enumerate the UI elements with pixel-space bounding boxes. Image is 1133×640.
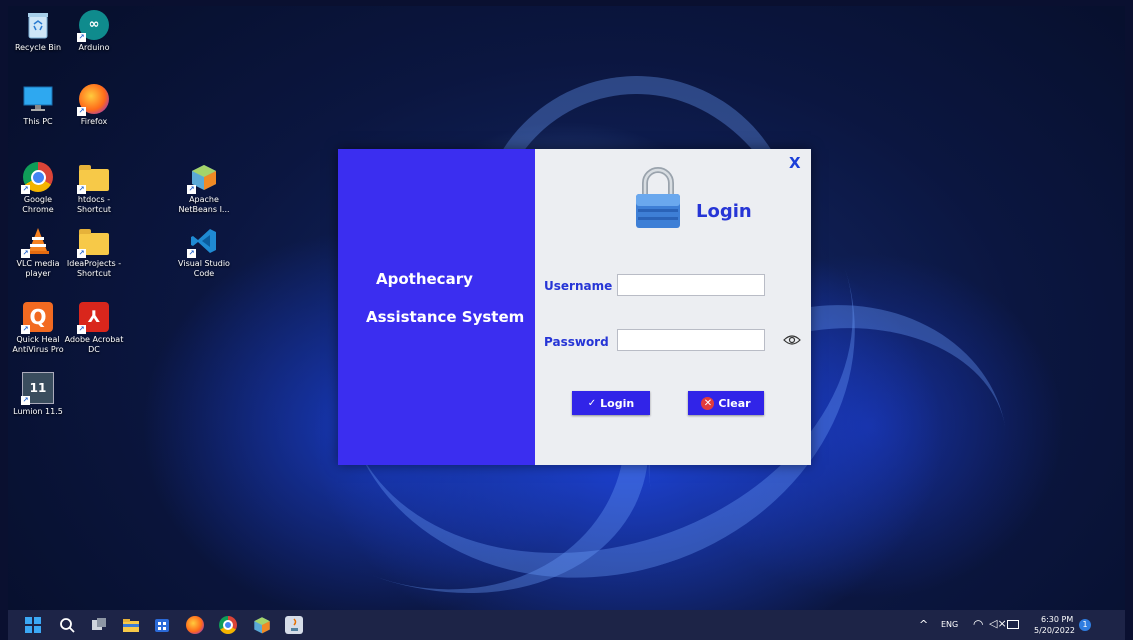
chrome-icon: ↗: [21, 162, 53, 194]
firefox-icon[interactable]: [186, 616, 204, 634]
desktop-icon-label: Arduino: [78, 43, 110, 52]
wifi-icon[interactable]: ◠: [973, 617, 983, 631]
login-form-panel: X Login Username Password ✓ Login ✕ Clea…: [535, 149, 811, 465]
desktop-icon-label: This PC: [23, 117, 53, 126]
desktop-icon-label: htdocs - Shortcut: [76, 195, 112, 214]
language-indicator[interactable]: ENG: [941, 620, 958, 629]
app-name-line1: Apothecary: [376, 270, 473, 288]
clock-time[interactable]: 6:30 PM: [1041, 615, 1073, 624]
system-tray: ^ ENG ◠ ◁× 6:30 PM 5/20/2022 1: [919, 610, 1119, 640]
username-input[interactable]: [617, 274, 765, 296]
desktop-icon-netbeans[interactable]: ↗ Apache NetBeans I...: [173, 162, 235, 215]
chrome-icon[interactable]: [219, 616, 237, 634]
login-button[interactable]: ✓ Login: [572, 391, 650, 415]
desktop-icon-label: Apache NetBeans I...: [178, 195, 230, 214]
acrobat-icon: ⅄ ↗: [77, 302, 109, 334]
desktop-icon-this-pc[interactable]: This PC: [8, 84, 69, 127]
login-button-label: Login: [600, 396, 635, 410]
username-label: Username: [544, 279, 613, 293]
windows-start-icon[interactable]: [24, 616, 42, 634]
quickheal-icon: Q ↗: [21, 302, 53, 334]
padlock-icon: [636, 167, 680, 228]
desktop-icon-vlc[interactable]: ↗ VLC media player: [8, 226, 69, 279]
desktop-icon-label: Visual Studio Code: [178, 259, 230, 278]
desktop-icon-label: Quick Heal AntiVirus Pro: [12, 335, 64, 354]
task-view-icon[interactable]: [90, 616, 108, 634]
desktop-icon-label: IdeaProjects - Shortcut: [66, 259, 122, 278]
password-input[interactable]: [617, 329, 765, 351]
taskbar: ^ ENG ◠ ◁× 6:30 PM 5/20/2022 1: [8, 610, 1125, 640]
desktop-icon-quickheal[interactable]: Q ↗ Quick Heal AntiVirus Pro: [8, 302, 69, 355]
firefox-icon: ↗: [77, 84, 109, 116]
desktop-icon-label: Lumion 11.5: [13, 407, 63, 416]
password-label: Password: [544, 335, 609, 349]
desktop-icon-recycle-bin[interactable]: Recycle Bin: [8, 10, 69, 53]
battery-icon[interactable]: [1007, 620, 1019, 629]
desktop-icon-acrobat[interactable]: ⅄ ↗ Adobe Acrobat DC: [63, 302, 125, 355]
java-icon[interactable]: [285, 616, 303, 634]
close-button[interactable]: X: [789, 154, 801, 172]
desktop-icon-arduino[interactable]: ∞ ↗ Arduino: [63, 10, 125, 53]
desktop-icon-chrome[interactable]: ↗ Google Chrome: [8, 162, 69, 215]
file-explorer-icon[interactable]: [122, 616, 140, 634]
desktop-icon-label: Google Chrome: [22, 195, 54, 214]
login-dialog: Apothecary Assistance System X Login Use…: [338, 149, 811, 465]
desktop-icon-label: VLC media player: [16, 259, 60, 278]
netbeans-icon: ↗: [187, 162, 219, 194]
app-name-line2: Assistance System: [366, 308, 525, 326]
volume-icon[interactable]: ◁×: [989, 617, 1007, 630]
vscode-icon: ↗: [187, 226, 219, 258]
clear-x-icon: ✕: [701, 396, 715, 410]
desktop-icon-lumion[interactable]: 11 ↗ Lumion 11.5: [8, 372, 69, 417]
clock-date[interactable]: 5/20/2022: [1034, 626, 1075, 635]
vlc-icon: ↗: [21, 226, 53, 258]
monitor-icon: [23, 84, 53, 114]
desktop-icon-label: Adobe Acrobat DC: [64, 335, 124, 354]
store-icon[interactable]: [153, 616, 171, 634]
arduino-icon: ∞ ↗: [77, 10, 109, 42]
folder-icon: ↗: [77, 226, 109, 258]
recycle-bin-icon: [23, 10, 53, 40]
search-icon[interactable]: [58, 616, 76, 634]
clear-button-label: Clear: [718, 396, 751, 410]
branding-panel: Apothecary Assistance System: [338, 149, 535, 465]
desktop-icon-htdocs[interactable]: ↗ htdocs - Shortcut: [63, 162, 125, 215]
desktop-icon-label: Recycle Bin: [14, 43, 62, 52]
notification-badge[interactable]: 1: [1079, 619, 1091, 631]
check-icon: ✓: [587, 397, 597, 409]
desktop-icon-ideaprojects[interactable]: ↗ IdeaProjects - Shortcut: [63, 226, 125, 279]
desktop-icon-vscode[interactable]: ↗ Visual Studio Code: [173, 226, 235, 279]
eye-icon[interactable]: [783, 333, 801, 347]
lumion-icon: 11 ↗: [21, 372, 54, 405]
folder-icon: ↗: [77, 162, 109, 194]
tray-chevron-icon[interactable]: ^: [919, 618, 928, 631]
netbeans-icon[interactable]: [253, 616, 271, 634]
login-title: Login: [696, 201, 752, 222]
desktop-icon-firefox[interactable]: ↗ Firefox: [63, 84, 125, 127]
desktop-icon-label: Firefox: [80, 117, 108, 126]
clear-button[interactable]: ✕ Clear: [688, 391, 764, 415]
